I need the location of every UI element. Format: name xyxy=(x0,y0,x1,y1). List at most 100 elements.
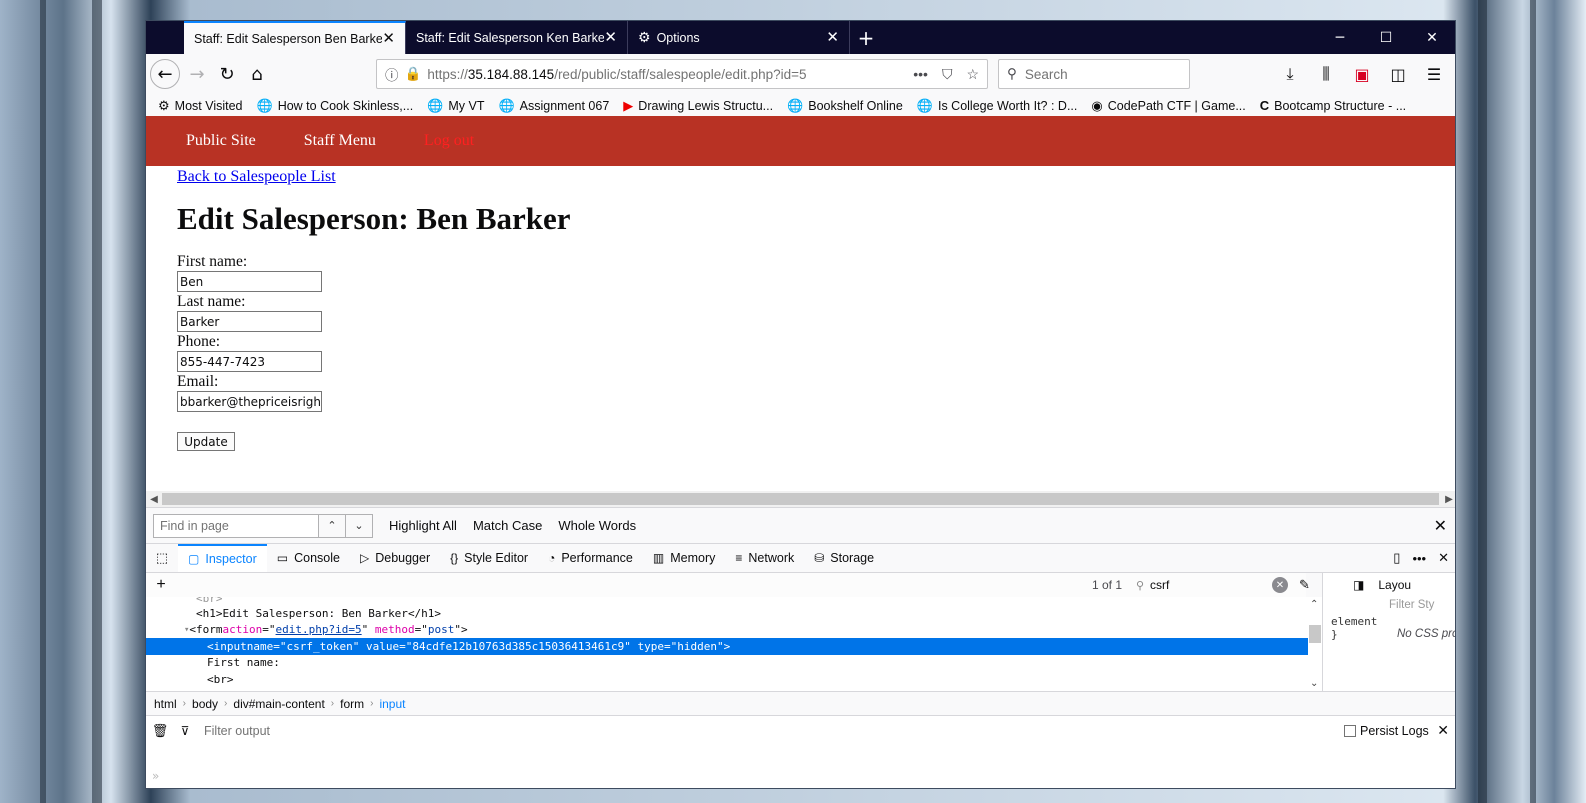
extension-icon[interactable]: ▣ xyxy=(1349,65,1375,84)
insecure-lock-icon[interactable]: 🔒 xyxy=(405,66,422,82)
bookmark-star-icon[interactable]: ☆ xyxy=(966,66,979,83)
forward-icon[interactable]: → xyxy=(182,59,212,89)
markup-scrollbar[interactable]: ⌃ ⌄ xyxy=(1308,597,1322,691)
close-tab-icon[interactable]: ✕ xyxy=(826,30,839,45)
email-field[interactable]: bbarker@thepriceisright. xyxy=(177,391,322,412)
markup-line[interactable]: <br> xyxy=(146,597,1308,605)
breadcrumb-html[interactable]: html xyxy=(154,697,177,711)
markup-line-br[interactable]: <br> xyxy=(146,671,1308,688)
clear-search-icon[interactable]: ✕ xyxy=(1272,577,1288,593)
highlight-all-option[interactable]: Highlight All xyxy=(389,518,457,533)
console-input[interactable]: » xyxy=(146,745,1455,788)
filter-icon[interactable]: ⊽ xyxy=(174,724,196,738)
bookmark-item[interactable]: ▶ Drawing Lewis Structu... xyxy=(623,98,773,114)
tab-inspector[interactable]: ▢ Inspector xyxy=(178,544,267,572)
scrollbar-thumb[interactable] xyxy=(1309,625,1321,643)
main-content: Back to Salespeople List Edit Salesperso… xyxy=(146,166,1455,453)
persist-logs-checkbox[interactable] xyxy=(1344,724,1356,737)
breadcrumb-form[interactable]: form xyxy=(340,697,364,711)
update-button[interactable]: Update xyxy=(177,432,235,451)
markup-line-h1[interactable]: <h1> Edit Salesperson: Ben Barker </h1> xyxy=(146,605,1308,622)
whole-words-option[interactable]: Whole Words xyxy=(558,518,636,533)
scroll-down-icon[interactable]: ⌄ xyxy=(1310,678,1318,689)
tab-memory[interactable]: ▥ Memory xyxy=(643,544,726,572)
phone-field[interactable]: 855-447-7423 xyxy=(177,351,322,372)
url-bar[interactable]: ⓘ 🔒 https://35.184.88.145/red/public/sta… xyxy=(376,59,988,89)
bookmark-item[interactable]: C Bootcamp Structure - ... xyxy=(1260,98,1406,113)
home-icon[interactable]: ⌂ xyxy=(242,59,272,89)
tab-storage[interactable]: ⛁ Storage xyxy=(804,544,884,572)
close-findbar-icon[interactable]: ✕ xyxy=(1434,516,1447,536)
trash-icon[interactable]: 🗑 xyxy=(146,723,174,739)
bookmark-item[interactable]: 🌐 How to Cook Skinless,... xyxy=(257,98,414,114)
bookmark-item[interactable]: 🌐 Is College Worth It? : D... xyxy=(917,98,1078,114)
element-picker-icon[interactable]: ⬚ xyxy=(146,544,178,572)
find-input[interactable]: Find in page xyxy=(153,513,319,538)
console-filter-input[interactable]: Filter output xyxy=(204,724,270,738)
reload-icon[interactable]: ↻ xyxy=(212,59,242,89)
more-options-icon[interactable]: ••• xyxy=(1412,551,1426,566)
close-devtools-icon[interactable]: ✕ xyxy=(1438,550,1449,566)
new-tab-icon[interactable]: + xyxy=(850,21,882,54)
downloads-icon[interactable]: ⤓ xyxy=(1277,64,1303,84)
bookmark-item[interactable]: 🌐 My VT xyxy=(427,98,484,114)
tab-options[interactable]: ⚙ Options ✕ xyxy=(628,21,850,54)
maximize-icon[interactable]: ☐ xyxy=(1363,21,1409,54)
markup-search-input[interactable]: csrf xyxy=(1150,578,1169,592)
eyedropper-icon[interactable]: ✎ xyxy=(1299,577,1310,593)
close-window-icon[interactable]: ✕ xyxy=(1409,21,1455,54)
scroll-up-icon[interactable]: ⌃ xyxy=(1310,599,1318,610)
bookmark-item[interactable]: 🌐 Bookshelf Online xyxy=(787,98,903,114)
scroll-left-icon[interactable]: ◀ xyxy=(146,494,162,505)
last-name-field[interactable]: Barker xyxy=(177,311,322,332)
breadcrumb-div[interactable]: div#main-content xyxy=(233,697,324,711)
markup-line-text[interactable]: First name: xyxy=(146,655,1308,672)
phone-label: Phone: xyxy=(177,333,221,350)
scroll-right-icon[interactable]: ▶ xyxy=(1441,494,1455,505)
tab-debugger[interactable]: ▷ Debugger xyxy=(350,544,440,572)
tab-performance[interactable]: ◔ Performance xyxy=(538,544,643,572)
toggle-sidebar-icon[interactable]: ◨ xyxy=(1353,578,1364,592)
scrollbar-thumb[interactable] xyxy=(162,493,1439,505)
nav-public-site[interactable]: Public Site xyxy=(186,132,256,150)
breadcrumb-input[interactable]: input xyxy=(379,697,405,711)
add-node-icon[interactable]: + xyxy=(146,576,176,594)
close-tab-icon[interactable]: ✕ xyxy=(382,31,395,46)
nav-staff-menu[interactable]: Staff Menu xyxy=(304,132,376,150)
c-icon: C xyxy=(1259,98,1270,113)
close-tab-icon[interactable]: ✕ xyxy=(604,30,617,45)
tab-ken-barker[interactable]: Staff: Edit Salesperson Ken Barker ✕ xyxy=(406,21,628,54)
markup-line-form[interactable]: ▾ <form action =" edit.php?id=5 " method =" po… xyxy=(146,622,1308,639)
filter-styles-input[interactable]: Filter Sty xyxy=(1389,599,1434,611)
info-icon[interactable]: ⓘ xyxy=(385,64,399,84)
back-icon[interactable]: ← xyxy=(150,59,180,89)
sidebar-icon[interactable]: ◫ xyxy=(1385,65,1411,84)
search-input[interactable]: ⚲ Search xyxy=(998,59,1190,89)
minimize-icon[interactable]: ─ xyxy=(1317,21,1363,54)
horizontal-scrollbar[interactable]: ◀ ▶ xyxy=(146,491,1455,507)
dock-icon[interactable]: ▯ xyxy=(1393,550,1400,566)
markup-line-input-selected[interactable]: <input name =" csrf_token " value =" 84cdfe12… xyxy=(146,638,1308,655)
tab-console[interactable]: ▭ Console xyxy=(267,544,350,572)
pocket-icon[interactable]: ⛉ xyxy=(942,66,953,83)
rules-panel: ◨ Layou Filter Sty element} No CSS prop xyxy=(1322,573,1455,691)
tab-network[interactable]: ≡ Network xyxy=(725,544,804,572)
tab-style-editor[interactable]: {} Style Editor xyxy=(440,544,538,572)
find-previous-icon[interactable]: ⌃ xyxy=(319,513,346,538)
close-console-icon[interactable]: ✕ xyxy=(1437,722,1449,739)
find-next-icon[interactable]: ⌄ xyxy=(346,513,373,538)
page-actions-icon[interactable]: ••• xyxy=(913,66,928,83)
back-to-list-link[interactable]: Back to Salespeople List xyxy=(177,168,336,186)
layout-tab[interactable]: Layou xyxy=(1378,578,1411,592)
bookmark-item[interactable]: ⚙ Most Visited xyxy=(158,98,243,114)
browser-window: Staff: Edit Salesperson Ben Barker ✕ Sta… xyxy=(145,20,1456,789)
menu-icon[interactable]: ☰ xyxy=(1421,65,1447,84)
library-icon[interactable]: ⫼ xyxy=(1313,64,1339,84)
breadcrumb-body[interactable]: body xyxy=(192,697,218,711)
bookmark-item[interactable]: ◉ CodePath CTF | Game... xyxy=(1091,98,1245,114)
match-case-option[interactable]: Match Case xyxy=(473,518,542,533)
first-name-field[interactable]: Ben xyxy=(177,271,322,292)
nav-log-out[interactable]: Log out xyxy=(424,132,474,150)
bookmark-item[interactable]: 🌐 Assignment 067 xyxy=(498,98,609,114)
tab-ben-barker[interactable]: Staff: Edit Salesperson Ben Barker ✕ xyxy=(184,21,406,54)
